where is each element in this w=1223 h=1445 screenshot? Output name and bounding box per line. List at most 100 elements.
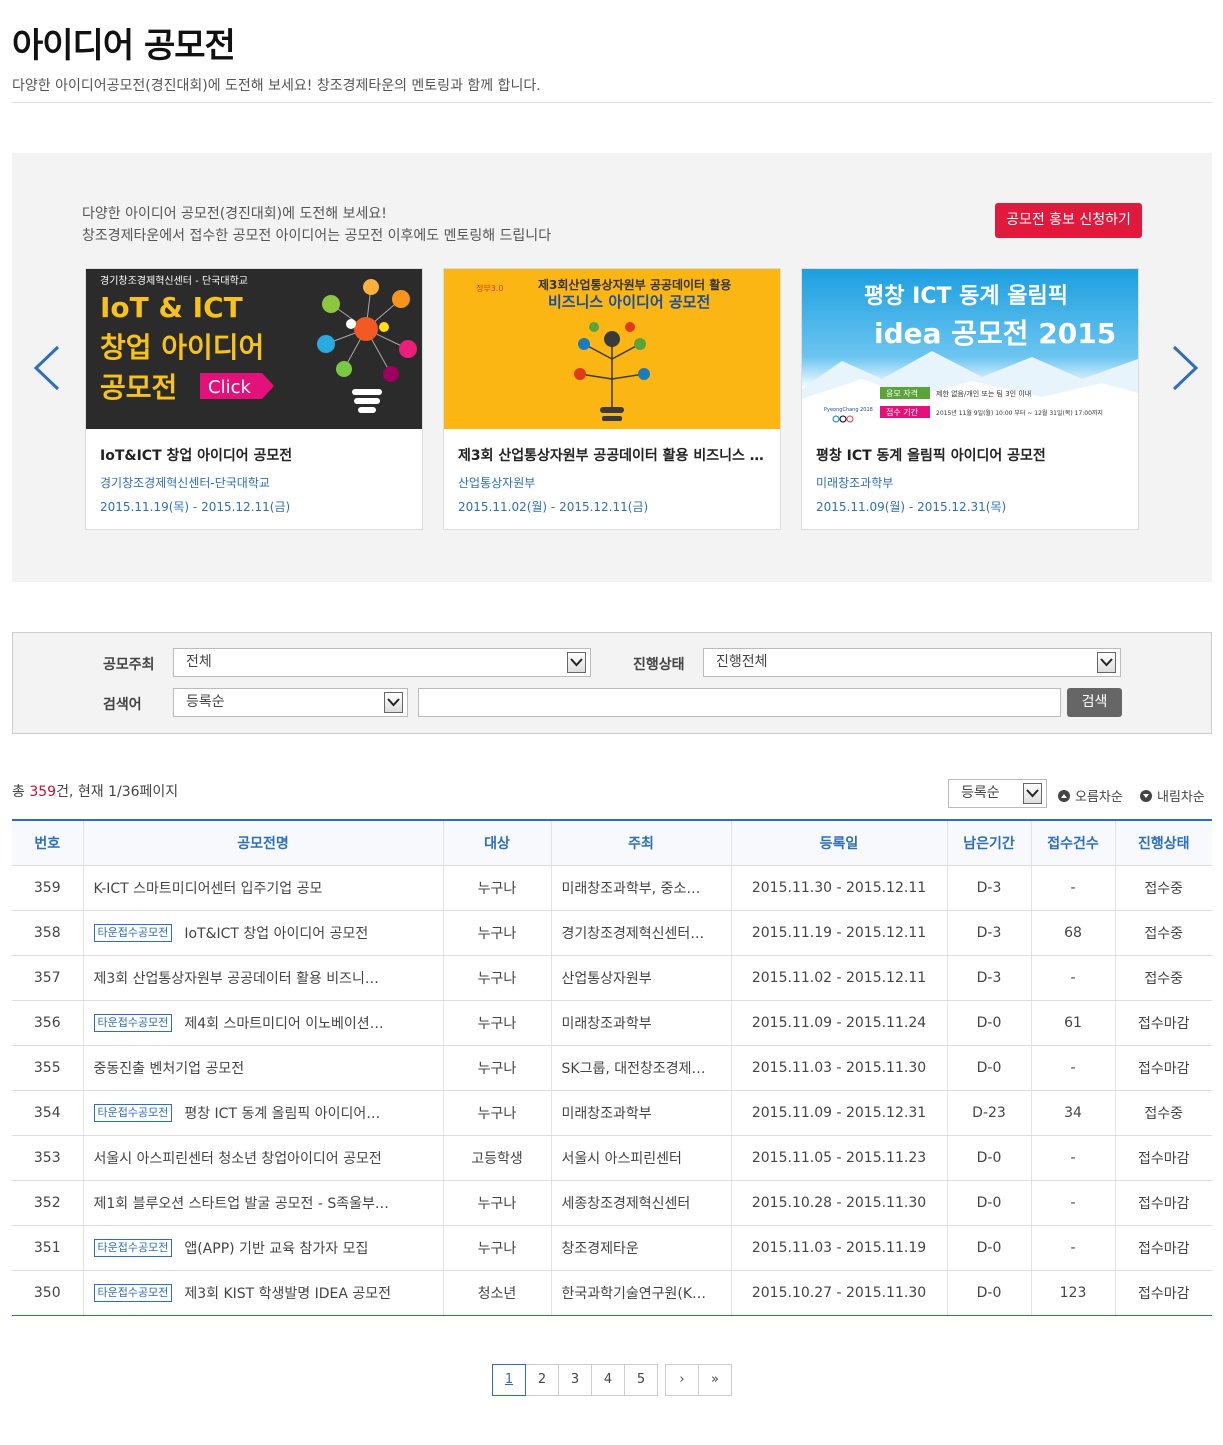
- contest-name-link[interactable]: 제1회 블루오션 스타트업 발굴 공모전 - S족울부…: [94, 1196, 389, 1212]
- row-host: 한국과학기술연구원(K…: [550, 1270, 731, 1316]
- row-remaining: D-0: [946, 1000, 1031, 1046]
- town-entry-badge: 타운접수공모전: [93, 923, 173, 942]
- row-target: 누구나: [442, 1090, 551, 1136]
- idea-bulb-poster: 경기창조경제혁신센터 - 단국대학교 IoT & ICT 창업 아이디어 공모전…: [100, 274, 417, 413]
- host-select-value: 전체: [186, 654, 212, 670]
- row-number: 351: [12, 1225, 83, 1271]
- contest-name-link[interactable]: 제3회 산업통상자원부 공공데이터 활용 비즈니…: [94, 971, 379, 987]
- chevron-down-icon[interactable]: [1023, 783, 1042, 804]
- page-3[interactable]: 3: [558, 1364, 592, 1396]
- chevron-down-icon[interactable]: [567, 652, 586, 673]
- keyword-input[interactable]: [418, 688, 1061, 717]
- summary-suffix: 건, 현재 1/36페이지: [56, 784, 179, 800]
- contest-name-link[interactable]: 앱(APP) 기반 교육 참가자 모집: [184, 1241, 368, 1257]
- contest-name-link[interactable]: 제3회 KIST 학생발명 IDEA 공모전: [184, 1286, 391, 1302]
- table-row[interactable]: 350 타운접수공모전 제3회 KIST 학생발명 IDEA 공모전 청소년 한국과학기…: [12, 1270, 1212, 1316]
- row-target: 누구나: [442, 1045, 551, 1091]
- poster-3-badge-1-text: 제한 없음/개인 또는 팀 3인 이내: [936, 389, 1031, 398]
- row-remaining: D-0: [946, 1180, 1031, 1226]
- last-page-icon[interactable]: »: [698, 1364, 732, 1396]
- row-contest-name[interactable]: 타운접수공모전 IoT&ICT 창업 아이디어 공모전: [82, 910, 443, 956]
- table-header-row: 번호 공모전명 대상 주최 등록일 남은기간 접수건수 진행상태: [12, 820, 1212, 866]
- table-row[interactable]: 354 타운접수공모전 평창 ICT 동계 올림픽 아이디어… 누구나 미래창조과학부 2…: [12, 1090, 1212, 1136]
- row-contest-name[interactable]: 타운접수공모전 제3회 KIST 학생발명 IDEA 공모전: [82, 1270, 443, 1316]
- summary-prefix: 총: [12, 784, 30, 800]
- row-status: 접수중: [1114, 865, 1212, 911]
- table-row[interactable]: 359 K-ICT 스마트미디어센터 입주기업 공모 누구나 미래창조과학부, 중소……: [12, 865, 1212, 911]
- table-row[interactable]: 353 서울시 아스피린센터 청소년 창업아이디어 공모전 고등학생 서울시 아스피린…: [12, 1135, 1212, 1181]
- status-select[interactable]: 진행전체: [703, 648, 1121, 677]
- promo-card-3[interactable]: 평창 ICT 동계 올림픽 idea 공모전 2015 응모 자격 제한 없음/…: [801, 268, 1139, 530]
- total-count: 359: [29, 784, 57, 800]
- contest-name-link[interactable]: K-ICT 스마트미디어센터 입주기업 공모: [94, 881, 323, 897]
- carousel-next-icon[interactable]: [1162, 343, 1202, 393]
- search-button[interactable]: 검색: [1067, 688, 1122, 717]
- row-remaining: D-3: [946, 865, 1031, 911]
- contest-name-link[interactable]: 제4회 스마트미디어 이노베이션…: [184, 1016, 383, 1032]
- contest-name-link[interactable]: 중동진출 벤처기업 공모전: [94, 1061, 245, 1077]
- apply-promotion-button[interactable]: 공모전 홍보 신청하기: [995, 203, 1142, 238]
- table-row[interactable]: 351 타운접수공모전 앱(APP) 기반 교육 참가자 모집 누구나 창조경제타운 20…: [12, 1225, 1212, 1271]
- promo-line-2: 창조경제타운에서 접수한 공모전 아이디어는 공모전 이후에도 멘토링해 드립니…: [82, 228, 552, 244]
- promo-card-2[interactable]: 정부3.0 제3회산업통상자원부 공공데이터 활용 비즈니스 아이디어 공모전 …: [443, 268, 781, 530]
- host-select[interactable]: 전체: [173, 648, 591, 677]
- page-title: 아이디어 공모전: [12, 26, 236, 66]
- sort-descending[interactable]: 내림차순: [1140, 786, 1205, 805]
- promo-card-1[interactable]: 경기창조경제혁신센터 - 단국대학교 IoT & ICT 창업 아이디어 공모전…: [85, 268, 423, 530]
- card-date: 2015.11.19(목) - 2015.12.11(금): [100, 500, 291, 514]
- keyword-label: 검색어: [103, 697, 142, 713]
- row-host: 미래창조과학부, 중소…: [550, 865, 731, 911]
- row-reg-date: 2015.11.30 - 2015.12.11: [730, 865, 947, 911]
- row-host: 미래창조과학부: [550, 1000, 731, 1046]
- row-host: 산업통상자원부: [550, 955, 731, 1001]
- table-row[interactable]: 357 제3회 산업통상자원부 공공데이터 활용 비즈니… 누구나 산업통상자원부 20…: [12, 955, 1212, 1001]
- contest-name-link[interactable]: 서울시 아스피린센터 청소년 창업아이디어 공모전: [94, 1151, 382, 1167]
- table-row[interactable]: 358 타운접수공모전 IoT&ICT 창업 아이디어 공모전 누구나 경기창조경제혁신…: [12, 910, 1212, 956]
- status-label: 진행상태: [633, 657, 685, 673]
- card-title[interactable]: 평창 ICT 동계 올림픽 아이디어 공모전: [816, 445, 1126, 465]
- title-divider: [12, 102, 1212, 103]
- sort-ascending[interactable]: 오름차순: [1058, 786, 1123, 805]
- col-host: 주최: [550, 820, 731, 866]
- row-remaining: D-0: [946, 1270, 1031, 1316]
- table-row[interactable]: 352 제1회 블루오션 스타트업 발굴 공모전 - S족울부… 누구나 세종창조경제…: [12, 1180, 1212, 1226]
- row-contest-name[interactable]: 제3회 산업통상자원부 공공데이터 활용 비즈니…: [82, 955, 443, 1001]
- row-contest-name[interactable]: K-ICT 스마트미디어센터 입주기업 공모: [82, 865, 443, 911]
- row-entries: -: [1030, 1135, 1115, 1181]
- contest-name-link[interactable]: 평창 ICT 동계 올림픽 아이디어…: [184, 1106, 380, 1122]
- carousel-prev-icon[interactable]: [30, 343, 70, 393]
- row-number: 357: [12, 955, 83, 1001]
- row-contest-name[interactable]: 제1회 블루오션 스타트업 발굴 공모전 - S족울부…: [82, 1180, 443, 1226]
- card-title[interactable]: 제3회 산업통상자원부 공공데이터 활용 비즈니스 아이디어 공모전: [458, 445, 768, 465]
- table-row[interactable]: 355 중동진출 벤처기업 공모전 누구나 SK그룹, 대전창조경제… 2015.11.…: [12, 1045, 1212, 1091]
- row-number: 350: [12, 1270, 83, 1316]
- row-remaining: D-0: [946, 1045, 1031, 1091]
- row-contest-name[interactable]: 타운접수공모전 평창 ICT 동계 올림픽 아이디어…: [82, 1090, 443, 1136]
- promo-text: 다양한 아이디어 공모전(경진대회)에 도전해 보세요! 창조경제타운에서 접수…: [82, 203, 551, 247]
- sort-select[interactable]: 등록순: [948, 779, 1047, 808]
- row-entries: -: [1030, 955, 1115, 1001]
- row-contest-name[interactable]: 타운접수공모전 제4회 스마트미디어 이노베이션…: [82, 1000, 443, 1046]
- row-contest-name[interactable]: 서울시 아스피린센터 청소년 창업아이디어 공모전: [82, 1135, 443, 1181]
- page-1[interactable]: 1: [492, 1364, 526, 1396]
- data-tree-poster: 정부3.0 제3회산업통상자원부 공공데이터 활용 비즈니스 아이디어 공모전: [476, 277, 731, 421]
- keyword-field-select[interactable]: 등록순: [173, 688, 408, 717]
- table-row[interactable]: 356 타운접수공모전 제4회 스마트미디어 이노베이션… 누구나 미래창조과학부 201…: [12, 1000, 1212, 1046]
- row-target: 누구나: [442, 1000, 551, 1046]
- chevron-down-icon[interactable]: [1097, 652, 1116, 673]
- caret-down-icon: [1140, 789, 1152, 802]
- contest-table: 번호 공모전명 대상 주최 등록일 남은기간 접수건수 진행상태 359 K-IC…: [12, 819, 1212, 1316]
- page-4[interactable]: 4: [591, 1364, 625, 1396]
- poster-1-line-2: 창업 아이디어: [100, 331, 264, 364]
- page-2[interactable]: 2: [525, 1364, 559, 1396]
- contest-name-link[interactable]: IoT&ICT 창업 아이디어 공모전: [184, 926, 368, 942]
- row-contest-name[interactable]: 중동진출 벤처기업 공모전: [82, 1045, 443, 1091]
- card-poster-3: 평창 ICT 동계 올림픽 idea 공모전 2015 응모 자격 제한 없음/…: [802, 269, 1138, 429]
- chevron-down-icon[interactable]: [384, 692, 403, 713]
- row-contest-name[interactable]: 타운접수공모전 앱(APP) 기반 교육 참가자 모집: [82, 1225, 443, 1271]
- page-5[interactable]: 5: [624, 1364, 658, 1396]
- card-title[interactable]: IoT&ICT 창업 아이디어 공모전: [100, 445, 410, 465]
- next-page-icon[interactable]: ›: [665, 1364, 699, 1396]
- col-status: 진행상태: [1114, 820, 1212, 866]
- row-remaining: D-3: [946, 955, 1031, 1001]
